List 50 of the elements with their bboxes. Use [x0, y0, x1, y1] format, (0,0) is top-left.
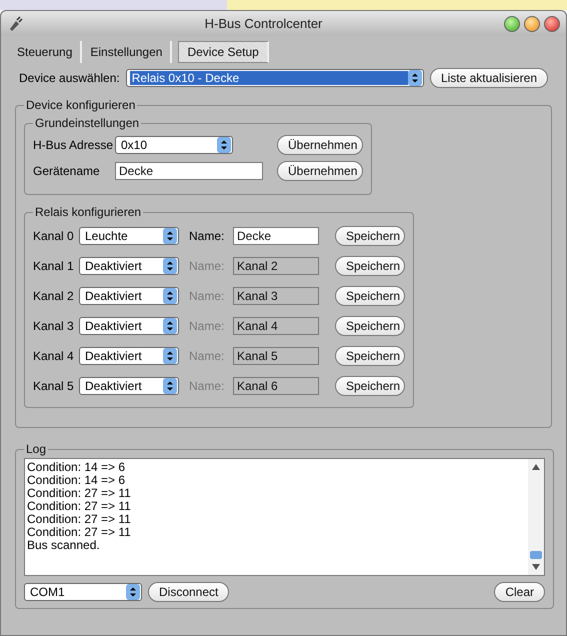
- name-label: Name:: [189, 349, 226, 363]
- channel-label: Kanal 4: [33, 349, 75, 363]
- tab[interactable]: Einstellungen: [82, 41, 172, 63]
- name-label: Name:: [189, 229, 226, 243]
- log-line: Condition: 27 => 11: [27, 513, 132, 526]
- save-button[interactable]: Speichern: [335, 226, 405, 246]
- port-dropdown[interactable]: COM1: [24, 583, 142, 601]
- device-label: Device auswählen:: [19, 71, 120, 85]
- address-dropdown[interactable]: 0x10: [115, 136, 233, 154]
- name-label: Name:: [189, 289, 226, 303]
- log-line: Condition: 27 => 11: [27, 500, 132, 513]
- group-title: Device konfigurieren: [25, 98, 136, 112]
- minimize-button[interactable]: [524, 16, 540, 32]
- plug-icon: [7, 16, 23, 32]
- channel-name-field[interactable]: Decke: [233, 227, 319, 245]
- scroll-up-icon[interactable]: [531, 463, 541, 471]
- apply-button[interactable]: Übernehmen: [277, 161, 363, 181]
- scrollbar[interactable]: [528, 459, 544, 575]
- address-label: H-Bus Adresse: [33, 138, 114, 152]
- channel-label: Kanal 2: [33, 289, 75, 303]
- group-title: Log: [25, 442, 48, 456]
- channel-label: Kanal 1: [33, 259, 75, 273]
- scroll-down-icon[interactable]: [531, 563, 541, 571]
- log-line: Condition: 14 => 6: [27, 474, 126, 487]
- maximize-button[interactable]: [504, 16, 520, 32]
- name-label: Name:: [189, 259, 226, 273]
- log-line: Condition: 27 => 11: [27, 487, 132, 500]
- channel-label: Kanal 5: [33, 379, 75, 393]
- group-title: Relais konfigurieren: [34, 205, 142, 219]
- name-label: Name:: [189, 319, 226, 333]
- clear-button[interactable]: Clear: [494, 582, 545, 602]
- device-name-label: Gerätename: [33, 164, 101, 178]
- close-button[interactable]: [544, 16, 560, 32]
- apply-button[interactable]: Übernehmen: [277, 135, 363, 155]
- device-dropdown[interactable]: Relais 0x10 - Decke: [126, 69, 424, 87]
- channel-label: Kanal 0: [33, 229, 75, 243]
- log-line: Condition: 14 => 6: [27, 461, 126, 474]
- log-line: Bus scanned.: [27, 539, 101, 552]
- group-title: Grundeinstellungen: [34, 116, 140, 130]
- scroll-thumb[interactable]: [530, 551, 542, 559]
- window-title: H-Bus Controlcenter: [204, 16, 324, 31]
- refresh-button[interactable]: Liste aktualisieren: [430, 68, 548, 88]
- channel-type-dropdown[interactable]: Leuchte: [79, 227, 179, 245]
- device-name-field[interactable]: Decke: [115, 162, 263, 180]
- tab[interactable]: Device Setup: [178, 41, 269, 63]
- channel-label: Kanal 3: [33, 319, 75, 333]
- log-line: Condition: 27 => 11: [27, 526, 132, 539]
- disconnect-button[interactable]: Disconnect: [148, 582, 230, 602]
- tab[interactable]: Steuerung: [9, 41, 82, 63]
- name-label: Name:: [189, 379, 226, 393]
